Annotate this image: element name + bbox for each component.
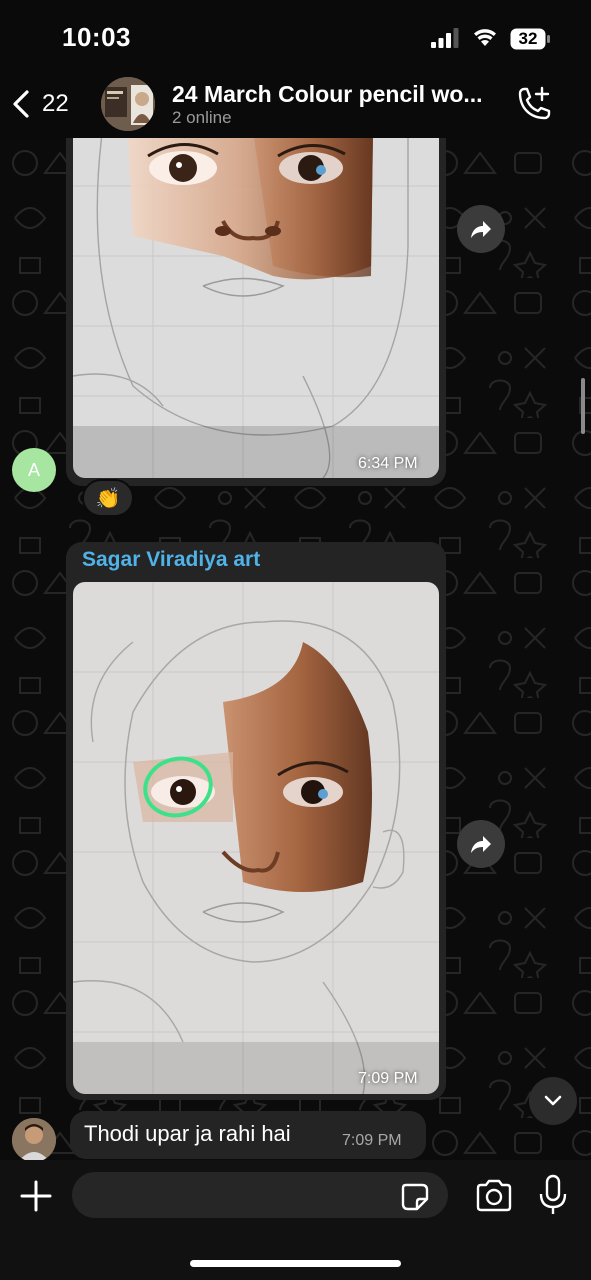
message-text: Thodi upar ja rahi hai: [84, 1121, 291, 1146]
message-time: 7:09 PM: [342, 1132, 402, 1149]
camera-icon[interactable]: [474, 1178, 514, 1214]
group-title[interactable]: 24 March Colour pencil wo...: [172, 81, 502, 108]
sticker-icon[interactable]: [400, 1182, 430, 1212]
call-add-icon[interactable]: [512, 84, 554, 126]
scrollbar[interactable]: [581, 378, 585, 434]
forward-icon: [471, 836, 491, 853]
unread-count: 22: [42, 90, 69, 117]
drawing-photo[interactable]: [73, 582, 439, 1094]
online-status: 2 online: [172, 108, 232, 127]
mic-icon[interactable]: [538, 1174, 568, 1216]
status-bar: 10:03 32: [0, 0, 591, 70]
message-input[interactable]: [72, 1172, 448, 1218]
reaction-badge[interactable]: 👏: [82, 479, 134, 517]
cellular-signal-icon: [431, 28, 459, 48]
battery-level: 32: [518, 29, 538, 48]
forward-icon: [471, 221, 491, 238]
message-time: 6:34 PM: [358, 455, 418, 472]
status-time: 10:03: [62, 22, 131, 52]
wifi-icon: [474, 29, 496, 46]
chevron-left-icon: [13, 90, 29, 118]
group-avatar[interactable]: [101, 77, 155, 131]
input-bar: [0, 1160, 591, 1280]
scroll-to-bottom-button[interactable]: [529, 1077, 577, 1125]
chevron-down-icon: [544, 1095, 562, 1106]
message-time: 7:09 PM: [358, 1070, 418, 1087]
forward-button[interactable]: [457, 820, 505, 868]
sender-avatar[interactable]: A: [12, 448, 56, 492]
drawing-photo[interactable]: [73, 138, 439, 478]
forward-button[interactable]: [457, 205, 505, 253]
chat-header: 22 24 March Colour pencil wo... 2 online: [0, 70, 591, 138]
chat-area[interactable]: 6:34 PM A 👏 Sagar Viradiya art 7:09 PM T…: [0, 138, 591, 1160]
back-button[interactable]: 22: [10, 84, 69, 124]
home-indicator: [190, 1260, 401, 1267]
battery-icon: 32: [510, 28, 550, 50]
sender-name[interactable]: Sagar Viradiya art: [82, 548, 260, 572]
plus-icon[interactable]: [16, 1176, 56, 1216]
sender-avatar[interactable]: [12, 1118, 56, 1160]
